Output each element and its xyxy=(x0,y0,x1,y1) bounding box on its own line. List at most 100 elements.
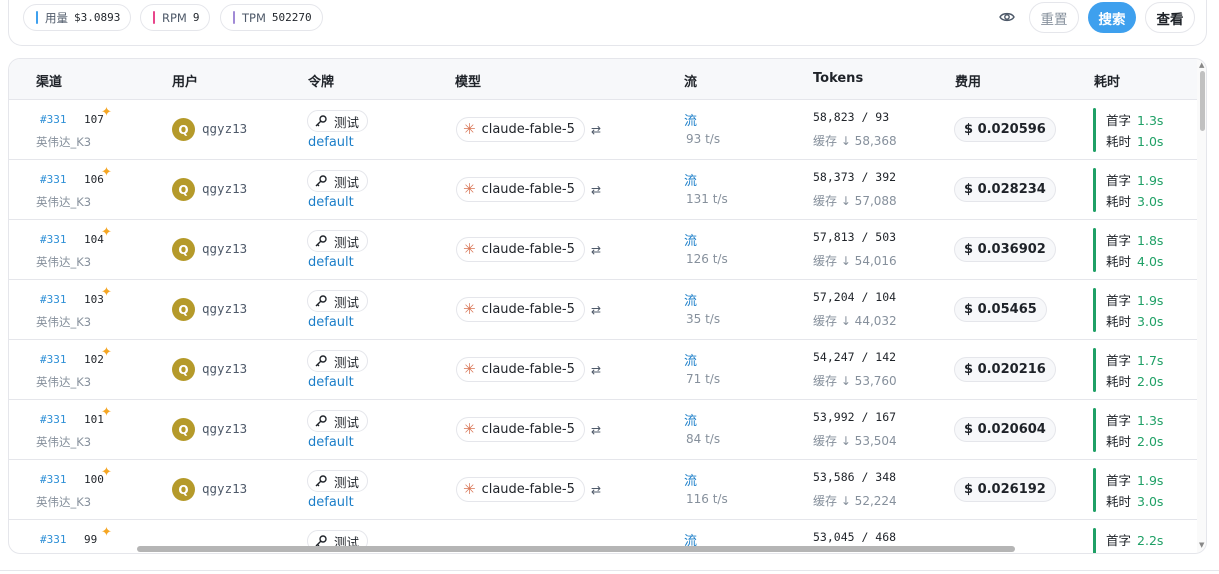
first-token-label: 首字 xyxy=(1106,113,1132,128)
channel-number: 99 xyxy=(84,533,98,546)
model-chip[interactable]: ✳ claude-fable-5 xyxy=(456,477,585,502)
eye-icon[interactable] xyxy=(999,10,1015,24)
username: qgyz13 xyxy=(202,481,248,496)
table-row[interactable]: #331 104 ✦ 英伟达_K3 Qqgyz13 测试 default ✳ claude-fa… xyxy=(9,220,1197,280)
token-chip[interactable]: 测试 xyxy=(307,410,369,432)
token-group: default xyxy=(308,435,354,450)
token-chip[interactable]: 测试 xyxy=(307,230,369,252)
stream-badge: 流 xyxy=(684,294,698,309)
key-icon xyxy=(315,175,327,187)
token-group: default xyxy=(308,375,354,390)
page-divider xyxy=(0,570,1219,571)
column-header-stream[interactable]: 流 xyxy=(684,71,697,90)
table-row[interactable]: #331 101 ✦ 英伟达_K3 Qqgyz13 测试 default ✳ claude-fa… xyxy=(9,400,1197,460)
table-row[interactable]: #331 103 ✦ 英伟达_K3 Qqgyz13 测试 default ✳ claude-fa… xyxy=(9,280,1197,340)
swap-icon[interactable]: ⇄ xyxy=(591,243,601,257)
scroll-up-arrow-icon[interactable]: ▲ xyxy=(1199,61,1204,69)
vertical-scrollbar[interactable]: ▲ ▼ xyxy=(1197,59,1206,553)
column-header-cost[interactable]: 费用 xyxy=(955,71,981,90)
total-time: 耗时 1.0s xyxy=(1106,131,1163,150)
swap-icon[interactable]: ⇄ xyxy=(591,423,601,437)
column-header-duration[interactable]: 耗时 xyxy=(1094,71,1120,90)
avatar: Q xyxy=(172,358,195,381)
sparkle-icon: ✦ xyxy=(101,465,112,480)
column-header-user[interactable]: 用户 xyxy=(172,71,198,90)
token-chip[interactable]: 测试 xyxy=(307,350,369,372)
avatar: Q xyxy=(172,298,195,321)
total-time: 耗时 2.0s xyxy=(1106,371,1163,390)
channel-id-link[interactable]: #331 xyxy=(40,173,67,186)
sparkle-icon: ✦ xyxy=(101,525,112,540)
first-token-value: 1.3s xyxy=(1137,113,1164,128)
model-chip[interactable]: ✳ claude-fable-5 xyxy=(456,237,585,262)
first-token-value: 1.9s xyxy=(1137,173,1164,188)
model-chip[interactable]: ✳ claude-fable-5 xyxy=(456,117,585,142)
column-header-tokens[interactable]: Tokens xyxy=(813,71,863,86)
stream-speed: 35 t/s xyxy=(686,312,721,326)
total-time-label: 耗时 xyxy=(1106,254,1132,269)
column-header-model[interactable]: 模型 xyxy=(455,71,481,90)
table-row[interactable]: #331 102 ✦ 英伟达_K3 Qqgyz13 测试 default ✳ claude-fa… xyxy=(9,340,1197,400)
tpm-color-bar xyxy=(233,11,235,24)
first-token-value: 1.3s xyxy=(1137,413,1164,428)
stream-badge: 流 xyxy=(684,474,698,489)
first-token-label: 首字 xyxy=(1106,353,1132,368)
channel-id-link[interactable]: #331 xyxy=(40,473,67,486)
claude-logo-icon: ✳ xyxy=(463,360,476,378)
channel-id-link[interactable]: #331 xyxy=(40,353,67,366)
scroll-down-arrow-icon[interactable]: ▼ xyxy=(1199,541,1204,549)
vertical-scroll-thumb[interactable] xyxy=(1200,71,1205,131)
channel-name: 英伟达_K3 xyxy=(36,135,92,149)
cache-tokens: 缓存 ↓ 58,368 xyxy=(813,134,897,148)
reset-button[interactable]: 重置 xyxy=(1029,2,1079,33)
cache-tokens: 缓存 ↓ 53,760 xyxy=(813,374,897,388)
swap-icon[interactable]: ⇄ xyxy=(591,303,601,317)
channel-id-link[interactable]: #331 xyxy=(40,293,67,306)
search-button[interactable]: 搜索 xyxy=(1088,2,1136,33)
swap-icon[interactable]: ⇄ xyxy=(591,123,601,137)
stream-speed: 126 t/s xyxy=(686,252,728,266)
table-row[interactable]: #331 100 ✦ 英伟达_K3 Qqgyz13 测试 default ✳ claude-fa… xyxy=(9,460,1197,520)
total-time-label: 耗时 xyxy=(1106,374,1132,389)
view-button[interactable]: 查看 xyxy=(1145,2,1195,33)
model-chip[interactable]: ✳ claude-fable-5 xyxy=(456,357,585,382)
channel-name: 英伟达_K3 xyxy=(36,375,92,389)
model-name: claude-fable-5 xyxy=(481,482,575,497)
model-chip[interactable]: ✳ claude-fable-5 xyxy=(456,297,585,322)
rpm-label: RPM xyxy=(162,10,187,25)
channel-id-link[interactable]: #331 xyxy=(40,113,67,126)
column-header-channel[interactable]: 渠道 xyxy=(36,71,62,90)
token-chip[interactable]: 测试 xyxy=(307,110,369,132)
token-group: default xyxy=(308,255,354,270)
first-token-time: 首字 1.9s xyxy=(1106,170,1163,189)
cost-badge: $ 0.028234 xyxy=(954,177,1056,202)
first-token-label: 首字 xyxy=(1106,293,1132,308)
total-time-label: 耗时 xyxy=(1106,194,1132,209)
column-header-token[interactable]: 令牌 xyxy=(308,71,334,90)
token-chip[interactable]: 测试 xyxy=(307,290,369,312)
model-chip[interactable]: ✳ claude-fable-5 xyxy=(456,177,585,202)
username: qgyz13 xyxy=(202,241,248,256)
channel-id-link[interactable]: #331 xyxy=(40,533,67,546)
total-time: 耗时 3.0s xyxy=(1106,191,1163,210)
model-chip[interactable]: ✳ claude-fable-5 xyxy=(456,417,585,442)
token-chip[interactable]: 测试 xyxy=(307,170,369,192)
token-chip[interactable]: 测试 xyxy=(307,470,369,492)
claude-logo-icon: ✳ xyxy=(463,300,476,318)
swap-icon[interactable]: ⇄ xyxy=(591,363,601,377)
token-group: default xyxy=(308,195,354,210)
swap-icon[interactable]: ⇄ xyxy=(591,183,601,197)
table-header: 渠道 用户 令牌 模型 流 Tokens 费用 耗时 xyxy=(9,59,1197,100)
channel-id-link[interactable]: #331 xyxy=(40,233,67,246)
table-row[interactable]: #331 107 ✦ 英伟达_K3 Qqgyz13 测试 default ✳ claude-fa… xyxy=(9,100,1197,160)
first-token-time: 首字 1.9s xyxy=(1106,290,1163,309)
horizontal-scroll-thumb[interactable] xyxy=(137,546,1015,552)
channel-name: 英伟达_K3 xyxy=(36,255,92,269)
channel-id-link[interactable]: #331 xyxy=(40,413,67,426)
table-row[interactable]: #331 106 ✦ 英伟达_K3 Qqgyz13 测试 default ✳ claude-fa… xyxy=(9,160,1197,220)
cost-badge: $ 0.036902 xyxy=(954,237,1056,262)
swap-icon[interactable]: ⇄ xyxy=(591,483,601,497)
tpm-label: TPM xyxy=(242,10,266,25)
rpm-color-bar xyxy=(153,11,155,24)
token-name: 测试 xyxy=(334,294,360,310)
